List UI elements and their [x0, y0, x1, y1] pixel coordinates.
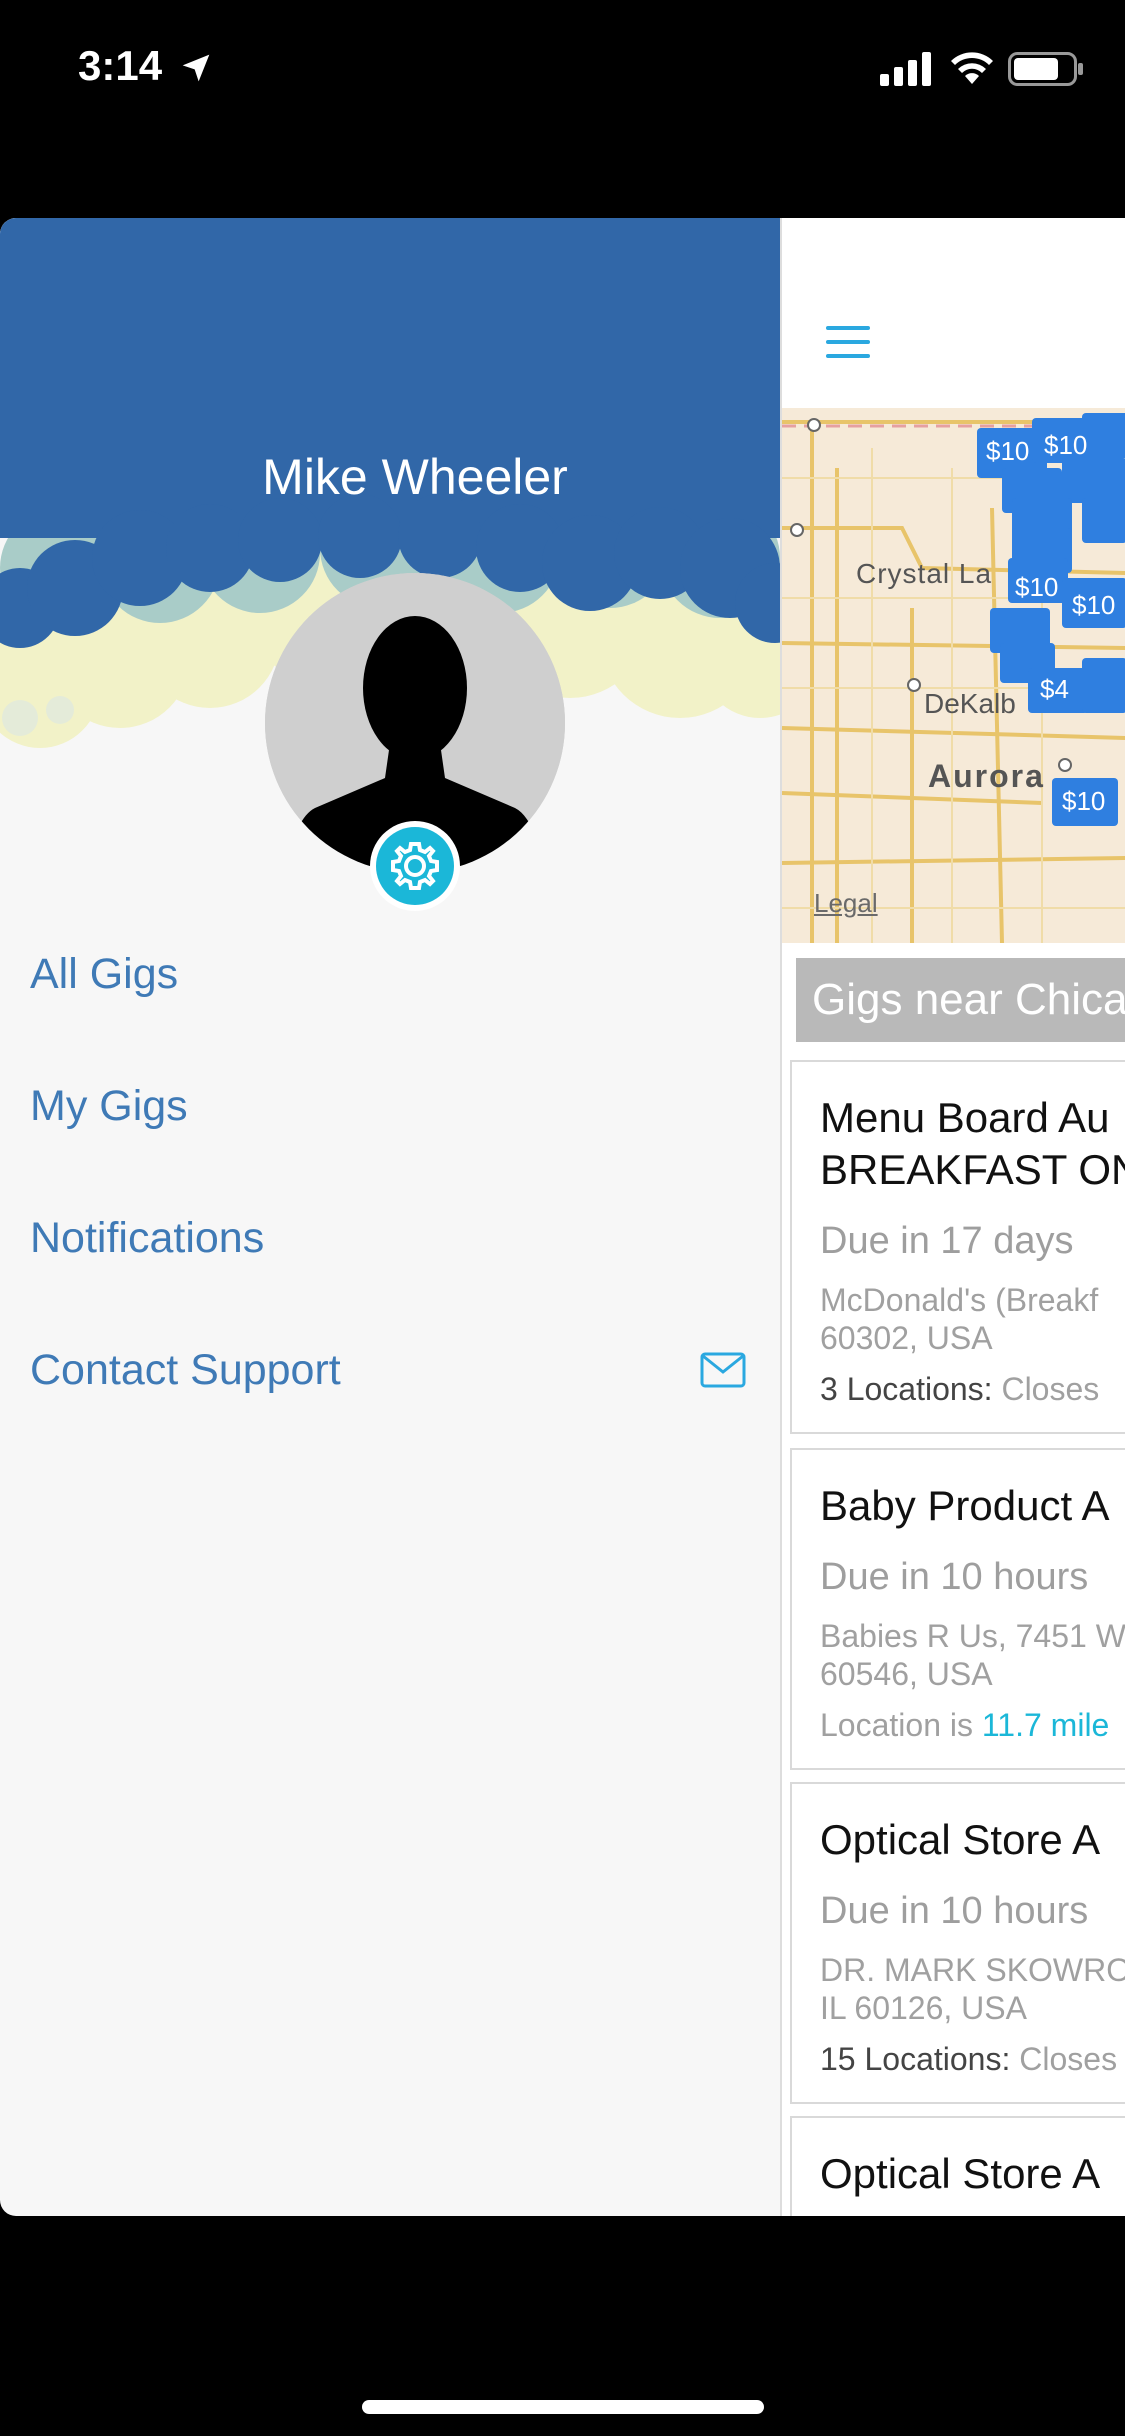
svg-text:$10: $10: [1062, 786, 1105, 816]
profile-settings-button[interactable]: [370, 821, 460, 911]
gig-card[interactable]: Menu Board Au BREAKFAST ON Due in 17 day…: [790, 1060, 1125, 1434]
svg-text:$4: $4: [1040, 674, 1069, 704]
user-name: Mike Wheeler: [262, 449, 568, 505]
gig-address-line2: 60302, USA: [820, 1320, 993, 1356]
svg-text:$10: $10: [1072, 590, 1115, 620]
map-pin-label: $10: [1015, 572, 1058, 602]
map-pin-label: $10: [986, 436, 1029, 466]
gig-footer: 15 Locations: Closes: [820, 2041, 1118, 2077]
battery-icon: [1008, 52, 1083, 86]
menu-item-label: Contact Support: [30, 1345, 341, 1394]
nav-bar: [782, 218, 1125, 408]
gig-title-line2: BREAKFAST ON: [820, 1146, 1125, 1193]
hamburger-menu-icon[interactable]: [826, 326, 870, 358]
gigs-heading: Gigs near Chica: [796, 958, 1125, 1042]
gig-address: McDonald's (Breakf: [820, 1282, 1099, 1318]
map-label-aurora: Aurora: [928, 758, 1045, 794]
drawer-menu: All Gigs My Gigs Notifications Contact S…: [0, 908, 780, 1436]
gig-card[interactable]: Optical Store A Due in 10 hours DR. MARK…: [790, 1782, 1125, 2104]
map-legal-link[interactable]: Legal: [814, 888, 878, 919]
side-drawer: Mike Wheeler All Gigs My Gigs Notificati…: [0, 218, 780, 2216]
gig-address-line2: 60546, USA: [820, 1656, 993, 1692]
home-indicator[interactable]: [362, 2400, 764, 2414]
map-view[interactable]: $10 $10 $10 $10 $4 $10 Crystal La DeKalb…: [782, 408, 1125, 943]
gig-card[interactable]: Baby Product A Due in 10 hours Babies R …: [790, 1448, 1125, 1770]
gig-title: Menu Board Au: [820, 1094, 1110, 1141]
cellular-signal-icon: [880, 52, 931, 86]
gig-due: Due in 10 hours: [820, 1556, 1089, 1598]
menu-item-label: All Gigs: [30, 949, 179, 998]
menu-item-my-gigs[interactable]: My Gigs: [0, 1040, 780, 1172]
menu-item-notifications[interactable]: Notifications: [0, 1172, 780, 1304]
gig-card[interactable]: Optical Store A: [790, 2116, 1125, 2216]
status-bar: 3:14: [0, 0, 1125, 140]
menu-item-label: My Gigs: [30, 1081, 188, 1130]
main-panel: $10 $10 $10 $10 $4 $10 Crystal La DeKalb…: [780, 218, 1125, 2216]
svg-text:$10: $10: [1044, 430, 1087, 460]
map-label-crystal-lake: Crystal La: [856, 558, 993, 589]
gig-title: Optical Store A: [820, 2150, 1101, 2197]
gear-icon: [391, 842, 439, 890]
menu-item-label: Notifications: [30, 1213, 265, 1262]
wifi-icon: [951, 52, 993, 84]
gig-due: Due in 10 hours: [820, 1890, 1089, 1932]
gig-address: DR. MARK SKOWRO: [820, 1952, 1125, 1988]
gig-address-line2: IL 60126, USA: [820, 1990, 1027, 2026]
menu-item-contact-support[interactable]: Contact Support: [0, 1304, 780, 1436]
map-label-dekalb: DeKalb: [924, 688, 1016, 719]
gig-due: Due in 17 days: [820, 1220, 1074, 1262]
mail-icon: [700, 1352, 746, 1388]
status-time: 3:14: [78, 42, 163, 89]
location-arrow-icon: [182, 54, 210, 82]
gig-footer: 3 Locations: Closes: [820, 1371, 1100, 1407]
gig-title: Optical Store A: [820, 1816, 1101, 1863]
menu-item-all-gigs[interactable]: All Gigs: [0, 908, 780, 1040]
gig-address: Babies R Us, 7451 W: [820, 1618, 1125, 1654]
map-roads: $10 $10 $10 $10 $4 $10: [782, 408, 1125, 943]
gig-title: Baby Product A: [820, 1482, 1110, 1529]
gig-footer: Location is 11.7 mile: [820, 1707, 1110, 1743]
